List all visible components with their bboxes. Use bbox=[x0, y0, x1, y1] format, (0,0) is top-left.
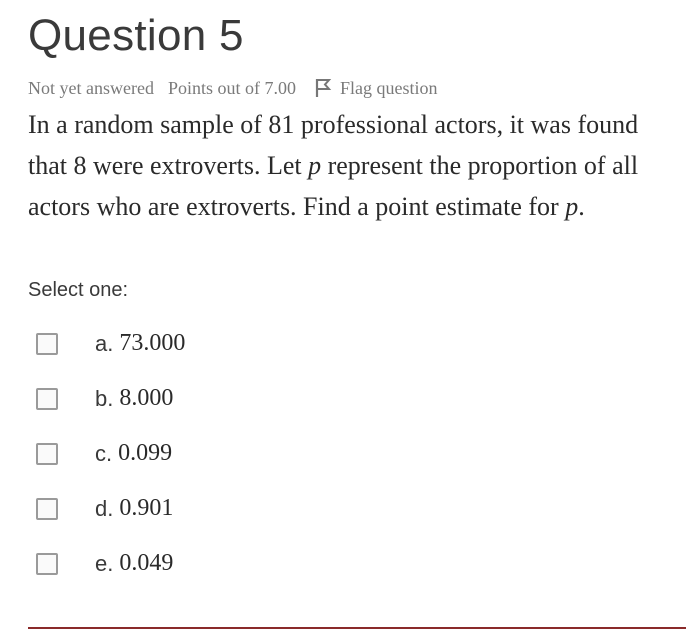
option-value: 8.000 bbox=[119, 385, 174, 411]
quiz-page: Question 5 Not yet answered Points out o… bbox=[0, 0, 700, 638]
question-title: Question 5 bbox=[28, 11, 244, 60]
checkbox[interactable] bbox=[36, 552, 58, 575]
variable-p: p bbox=[565, 192, 579, 221]
select-one-prompt: Select one: bbox=[28, 279, 129, 301]
points-label: Points out of 7.00 bbox=[167, 78, 296, 98]
option-letter: e. bbox=[95, 550, 114, 576]
checkbox[interactable] bbox=[36, 387, 58, 410]
answer-options: a. 73.000 b. 8.000 c. 0.099 d. 0.901 e. … bbox=[36, 316, 185, 591]
option-letter: d. bbox=[95, 495, 114, 521]
answer-status: Not yet answered bbox=[28, 78, 154, 98]
checkbox[interactable] bbox=[36, 442, 58, 465]
divider bbox=[28, 627, 686, 629]
option-value: 73.000 bbox=[119, 330, 186, 356]
answer-option-e[interactable]: e. 0.049 bbox=[36, 536, 185, 591]
variable-p: p bbox=[308, 151, 322, 180]
answer-option-a[interactable]: a. 73.000 bbox=[36, 316, 185, 371]
answer-option-c[interactable]: c. 0.099 bbox=[36, 426, 185, 481]
flag-icon bbox=[314, 78, 332, 98]
option-value: 0.049 bbox=[119, 550, 174, 576]
option-value: 0.099 bbox=[118, 440, 173, 466]
checkbox[interactable] bbox=[36, 332, 58, 355]
answer-option-b[interactable]: b. 8.000 bbox=[36, 371, 185, 426]
question-text-part3: . bbox=[578, 192, 585, 221]
flag-question-label: Flag question bbox=[339, 78, 438, 98]
checkbox[interactable] bbox=[36, 497, 58, 520]
option-letter: a. bbox=[95, 330, 114, 356]
option-letter: c. bbox=[95, 440, 113, 466]
question-text: In a random sample of 81 professional ac… bbox=[28, 104, 678, 227]
option-value: 0.901 bbox=[119, 495, 174, 521]
flag-question-button[interactable]: Flag question bbox=[314, 76, 438, 100]
option-letter: b. bbox=[95, 385, 114, 411]
question-info: Not yet answered Points out of 7.00 Flag… bbox=[28, 76, 437, 100]
answer-option-d[interactable]: d. 0.901 bbox=[36, 481, 185, 536]
